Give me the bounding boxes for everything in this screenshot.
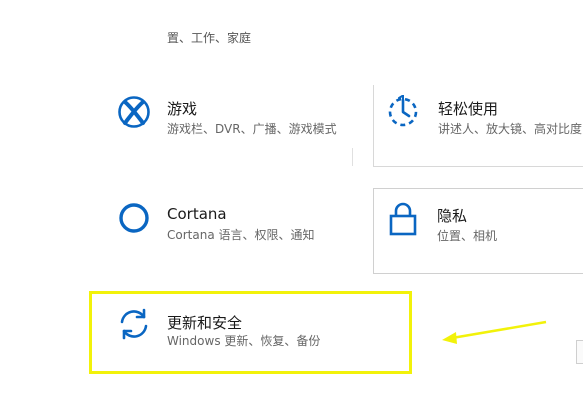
scrollbar-fragment[interactable] (576, 340, 583, 364)
tile-description: Cortana 语言、权限、通知 (167, 228, 315, 242)
settings-page: 置、工作、家庭 游戏 游戏栏、DVR、广播、游戏模式 轻松使用 讲述人、放大镜、… (0, 0, 583, 400)
previous-tile-subtitle: 置、工作、家庭 (167, 31, 252, 45)
xbox-icon (118, 96, 150, 128)
tile-description: 位置、相机 (437, 229, 498, 243)
tile-title: Cortana (167, 205, 227, 223)
tile-title: 隐私 (437, 207, 468, 225)
tile-gaming[interactable]: 游戏 游戏栏、DVR、广播、游戏模式 (100, 85, 350, 167)
tile-title: 轻松使用 (438, 100, 499, 118)
tile-description: 游戏栏、DVR、广播、游戏模式 (167, 122, 337, 136)
highlight-box (89, 291, 412, 374)
tile-title: 游戏 (167, 100, 198, 118)
tile-cortana[interactable]: Cortana Cortana 语言、权限、通知 (100, 188, 350, 274)
tile-privacy[interactable]: 隐私 位置、相机 (373, 188, 583, 274)
cortana-icon (119, 203, 149, 233)
lock-icon (389, 202, 417, 236)
tile-description: 讲述人、放大镜、高对比度 (438, 122, 583, 136)
divider (352, 148, 353, 166)
ease-of-access-icon (388, 95, 418, 127)
tile-ease-of-access[interactable]: 轻松使用 讲述人、放大镜、高对比度 (373, 85, 583, 167)
